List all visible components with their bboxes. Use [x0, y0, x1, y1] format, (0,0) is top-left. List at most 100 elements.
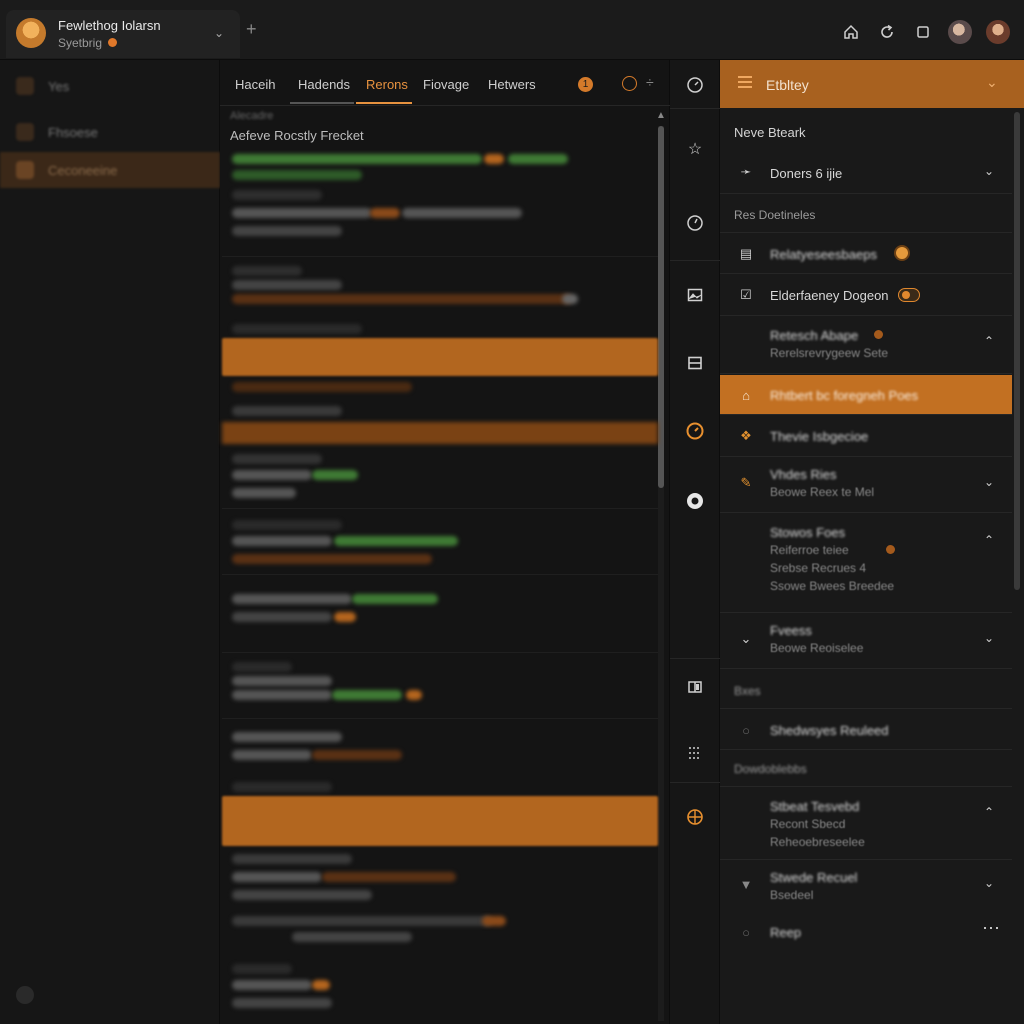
divider: [222, 652, 658, 653]
list-item-text: [508, 154, 568, 164]
list-item[interactable]: [222, 728, 658, 778]
chevron-up-icon[interactable]: ⌃: [984, 334, 994, 348]
list-item[interactable]: [222, 378, 658, 404]
list-item-text: [232, 190, 322, 200]
list-item-text: [232, 382, 412, 392]
sidebar-item-1[interactable]: Yes: [0, 68, 220, 104]
panel-item-fveoss[interactable]: ⌄ Fveess Beowe Reoiselee ⌄: [720, 613, 1012, 669]
panel-item-doners[interactable]: ➛ Doners 6 ijie ⌄: [720, 150, 1012, 194]
sidebar-item-icon: [16, 161, 34, 179]
globe-icon[interactable]: [682, 804, 708, 830]
list-item-text: [232, 676, 332, 686]
star-icon[interactable]: ☆: [682, 136, 708, 162]
sidebar-item-icon: [16, 77, 34, 95]
list-item-highlighted[interactable]: [222, 422, 658, 444]
chevron-down-icon[interactable]: ⌄: [986, 74, 998, 91]
panel-item-sublabel: Bsedeel: [770, 888, 814, 902]
panel-item-stbeat[interactable]: Stbeat Tesvebd Recont Sbecd Reheoebresee…: [720, 786, 1012, 860]
sidebar-item-icon: [16, 123, 34, 141]
window-icon[interactable]: [912, 21, 934, 43]
section-heading: Neve Bteark: [734, 125, 806, 140]
panel-item-shedwsyes[interactable]: ○ Shedwsyes Reuleed: [720, 708, 1012, 750]
list-item[interactable]: [222, 322, 658, 336]
chevron-down-icon[interactable]: ⌄: [984, 475, 994, 489]
panel-item-stwede[interactable]: ▼ Stwede Recuel Bsedeel ⌄: [720, 860, 1012, 910]
panel-item-elderfaney[interactable]: ☑ Elderfaeney Dogeon: [720, 274, 1012, 316]
settings-icon[interactable]: [16, 986, 34, 1004]
history-icon[interactable]: [682, 418, 708, 444]
chevron-down-icon[interactable]: ⌄: [984, 631, 994, 645]
chevron-down-icon[interactable]: ⌄: [984, 876, 994, 890]
panel-item-label: Vhdes Ries: [770, 467, 837, 482]
list-item-text: [232, 554, 432, 564]
image-icon[interactable]: [682, 282, 708, 308]
list-item[interactable]: [222, 264, 658, 324]
panel-header[interactable]: Etbltey ⌄: [720, 60, 1024, 108]
add-tab-button[interactable]: +: [246, 20, 257, 38]
list-item[interactable]: [222, 660, 658, 720]
sidebar-item-2[interactable]: Fhsoese: [0, 114, 220, 150]
panel-item-retesch[interactable]: Retesch Abape Rerelsrevrygeew Sete ⌃: [720, 316, 1012, 374]
status-dot: [874, 330, 883, 339]
list-item-highlighted[interactable]: [222, 338, 658, 376]
scrollbar-thumb[interactable]: [1014, 112, 1020, 590]
tab-hetwers[interactable]: Hetwers: [488, 77, 536, 92]
user-avatar[interactable]: [948, 20, 972, 44]
panel-item-active[interactable]: ⌂ Rhtbert bc foregneh Poes: [720, 375, 1012, 415]
panel-item-vhdes[interactable]: ✎ Vhdes Ries Beowe Reex te Mel ⌄: [720, 457, 1012, 513]
list-item[interactable]: [222, 912, 658, 952]
panel-item-label: Elderfaeney Dogeon: [770, 288, 889, 303]
main-panel: Haceih Hadends Rerons Fiovage Hetwers 1 …: [220, 60, 670, 1024]
list-icon[interactable]: [682, 740, 708, 766]
more-options-icon[interactable]: ⋯: [982, 918, 1000, 939]
chevron-down-icon[interactable]: ⌄: [214, 26, 224, 40]
list-item-text: [232, 662, 292, 672]
list-item-highlighted[interactable]: [222, 796, 658, 846]
collaborator-avatar[interactable]: [986, 20, 1010, 44]
chevron-up-icon[interactable]: ⌃: [984, 533, 994, 547]
list-item[interactable]: [222, 518, 658, 578]
info-icon[interactable]: [622, 76, 637, 91]
timer-icon[interactable]: [682, 210, 708, 236]
panel-item-reltaty[interactable]: ▤ Relatyeseesbaeps: [720, 232, 1012, 274]
speedometer-icon[interactable]: [682, 72, 708, 98]
divider: [222, 256, 658, 257]
refresh-icon[interactable]: [876, 21, 898, 43]
titlebar-actions: [840, 20, 1010, 44]
chevron-up-icon[interactable]: ⌃: [984, 805, 994, 819]
list-item-text: [402, 208, 522, 218]
list-item[interactable]: [222, 452, 658, 512]
layout-icon[interactable]: [682, 350, 708, 376]
list-item[interactable]: [222, 188, 658, 244]
toggle-switch[interactable]: [898, 288, 920, 302]
panel-item-label: Fveess: [770, 623, 812, 638]
panel-item-stowos[interactable]: Stowos Foes Reiferroe teiee Srebse Recru…: [720, 513, 1012, 613]
list-item-tag: [312, 470, 358, 480]
sidebar-item-3[interactable]: Ceconeeine: [0, 152, 220, 188]
tab-rerons[interactable]: Rerons: [366, 77, 408, 92]
checkbox-icon[interactable]: ☑: [738, 287, 754, 303]
tab-hadends[interactable]: Hadends: [298, 77, 350, 92]
list-item[interactable]: [222, 780, 658, 794]
more-icon[interactable]: ÷: [646, 74, 654, 90]
tab-fiovage[interactable]: Fiovage: [423, 77, 469, 92]
tab-haceih[interactable]: Haceih: [235, 77, 275, 92]
home-icon[interactable]: [840, 21, 862, 43]
collapse-icon[interactable]: ▲: [656, 110, 666, 121]
list-item[interactable]: [222, 586, 658, 646]
workspace-switcher[interactable]: Fewlethog Iolarsn Syetbrig ⌄: [6, 10, 240, 58]
panel-item-reep[interactable]: ○ Reep ⋯: [720, 912, 1012, 952]
list-item-text: [232, 594, 352, 604]
list-item-text: [232, 154, 482, 164]
scrollbar-thumb[interactable]: [658, 126, 664, 488]
panel-item-thevie[interactable]: ❖ Thevie Isbgecioe: [720, 415, 1012, 457]
list-item[interactable]: [222, 850, 658, 910]
list-item[interactable]: [222, 148, 658, 188]
list-item-text: [232, 998, 332, 1008]
list-item[interactable]: [222, 402, 658, 422]
list-item[interactable]: [222, 960, 658, 1020]
chevron-down-icon[interactable]: ⌄: [984, 164, 994, 178]
record-icon[interactable]: [682, 488, 708, 514]
compare-icon[interactable]: [682, 674, 708, 700]
tab-underline: [290, 102, 354, 104]
